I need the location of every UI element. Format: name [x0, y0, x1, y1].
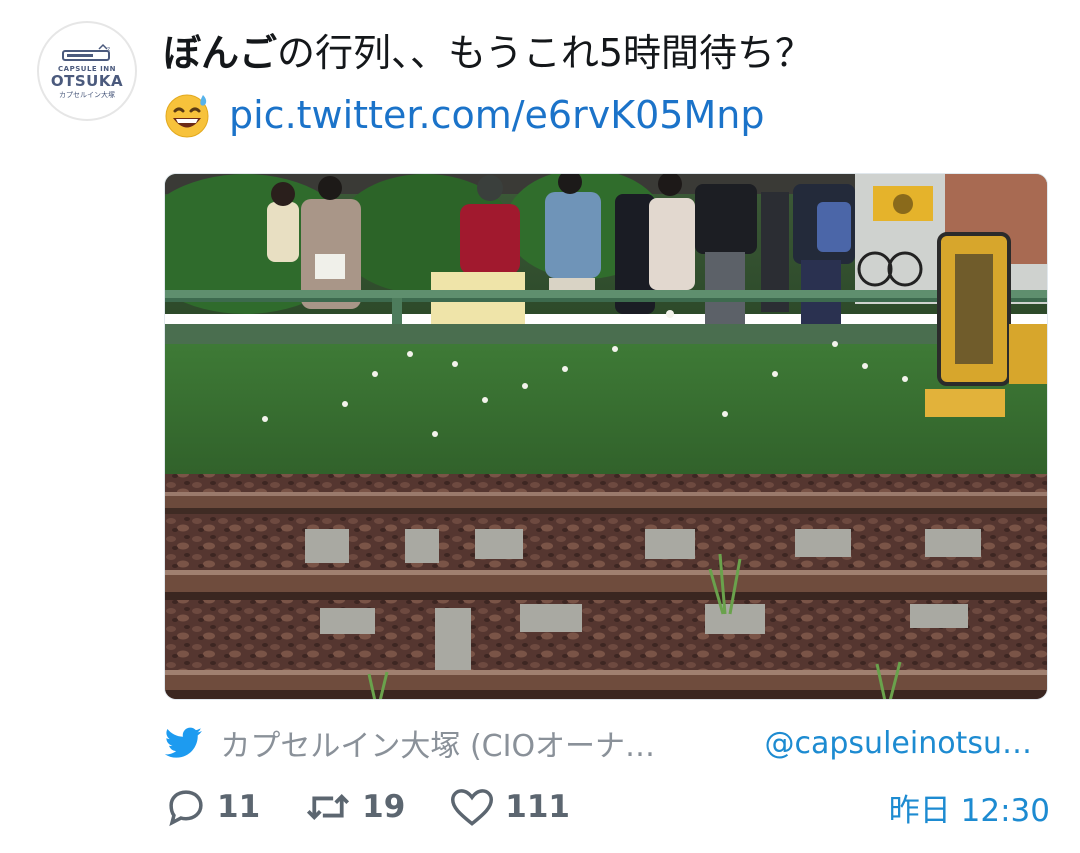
reply-button[interactable]: 11 [165, 786, 260, 828]
reply-count: 11 [217, 789, 261, 825]
source-handle-link[interactable]: @capsuleinotsu… [765, 726, 1051, 761]
tweet-bold-text: ぼんご [163, 31, 278, 75]
tweet-timestamp[interactable]: 昨日 12:30 [889, 785, 1050, 830]
like-button[interactable]: 111 [449, 786, 570, 828]
capsule-bed-icon: z [62, 43, 110, 61]
retweet-button[interactable]: 19 [304, 786, 405, 828]
tweet-source: カプセルイン大塚 (CIOオーナ… @capsuleinotsu… [165, 718, 1050, 768]
reply-icon [169, 790, 203, 827]
railway-queue-photo [165, 174, 1047, 699]
tweet-text: ぼんごの行列、、もうこれ5時間待ち？ [163, 28, 813, 78]
tweet-actions: 11 19 111 昨日 12:30 [165, 783, 1050, 831]
source-author-name[interactable]: カプセルイン大塚 (CIOオーナ… [220, 721, 722, 765]
retweet-icon [307, 794, 350, 820]
svg-text:z: z [107, 46, 110, 53]
like-count: 111 [505, 789, 570, 825]
tweet-media-photo[interactable] [164, 173, 1048, 700]
grinning-sweat-emoji-icon [165, 94, 209, 138]
avatar[interactable]: z CAPSULE INN OTSUKA カプセルイン大塚 [37, 21, 137, 121]
tweet-body-text: の行列、、もうこれ5時間待ち？ [277, 31, 814, 75]
avatar-line-2: OTSUKA [50, 71, 124, 90]
tweet-media-link[interactable]: pic.twitter.com/e6rvK05Mnp [229, 93, 764, 137]
heart-icon [451, 789, 494, 826]
avatar-line-3: カプセルイン大塚 [59, 90, 115, 99]
twitter-bird-icon [165, 727, 202, 758]
tweet-link-line: pic.twitter.com/e6rvK05Mnp [163, 88, 764, 142]
retweet-count: 19 [362, 789, 406, 825]
